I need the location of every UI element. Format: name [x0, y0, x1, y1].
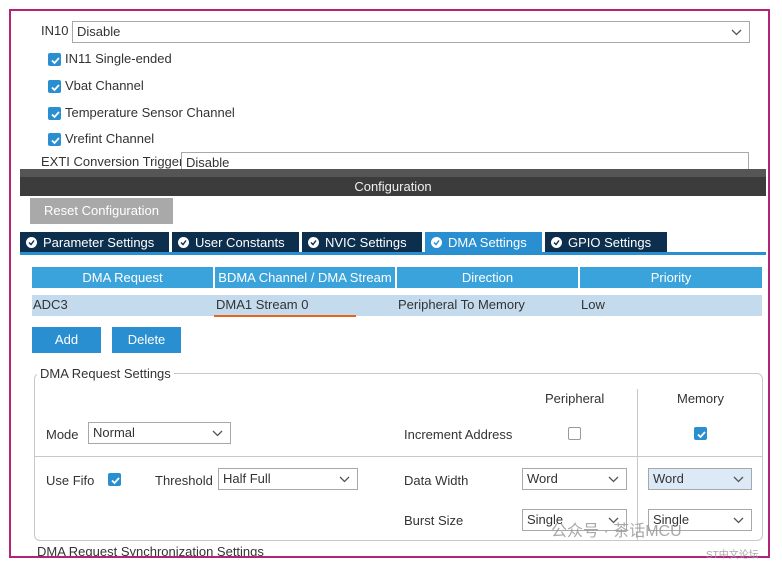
tab-nvic-settings[interactable]: NVIC Settings: [302, 232, 422, 253]
chevron-down-icon: [733, 476, 744, 483]
memory-data-width-value: Word: [653, 471, 684, 486]
tab-parameter-settings[interactable]: Parameter Settings: [20, 232, 169, 253]
in10-select[interactable]: Disable: [72, 21, 750, 43]
configuration-title: Configuration: [354, 179, 432, 194]
threshold-label: Threshold: [155, 473, 213, 488]
tab-label: Parameter Settings: [43, 235, 155, 250]
peripheral-header: Peripheral: [545, 391, 605, 406]
stream-select-underline: [214, 315, 356, 317]
configuration-title-bar: Configuration: [20, 169, 766, 196]
settings-divider: [35, 456, 762, 457]
watermark-site: ST中文论坛: [706, 550, 759, 561]
peripheral-increment-checkbox[interactable]: [568, 427, 581, 440]
vbat-checkbox[interactable]: [48, 80, 61, 93]
check-icon: [51, 84, 60, 92]
tab-gpio-settings[interactable]: GPIO Settings: [545, 232, 667, 253]
chevron-down-icon: [212, 430, 223, 437]
title-bar-strip: [20, 169, 766, 177]
header-direction[interactable]: Direction: [397, 267, 578, 288]
peripheral-data-width-select[interactable]: Word: [522, 468, 627, 490]
dma-request-settings-legend: DMA Request Settings: [37, 366, 174, 381]
header-priority[interactable]: Priority: [580, 267, 762, 288]
check-circle-icon: [431, 237, 442, 248]
use-fifo-label: Use Fifo: [46, 473, 95, 488]
check-circle-icon: [551, 237, 562, 248]
exti-trigger-value: Disable: [186, 155, 230, 170]
tab-label: NVIC Settings: [325, 235, 407, 250]
exti-trigger-label: EXTI Conversion Trigger: [41, 154, 184, 169]
row-dma-stream[interactable]: DMA1 Stream 0: [216, 297, 308, 312]
in10-value: Disable: [77, 24, 121, 39]
in11-checkbox[interactable]: [48, 53, 61, 66]
check-icon: [51, 57, 60, 65]
vbat-label: Vbat Channel: [65, 78, 144, 93]
chevron-down-icon: [339, 476, 350, 483]
vrefint-label: Vrefint Channel: [65, 131, 155, 146]
burst-size-label: Burst Size: [404, 513, 464, 528]
tab-label: DMA Settings: [448, 235, 527, 250]
check-circle-icon: [178, 237, 189, 248]
tab-label: GPIO Settings: [568, 235, 652, 250]
check-icon: [697, 431, 706, 439]
increment-address-label: Increment Address: [404, 427, 513, 442]
row-direction: Peripheral To Memory: [398, 297, 525, 312]
use-fifo-checkbox[interactable]: [108, 473, 121, 486]
delete-button[interactable]: Delete: [112, 327, 181, 353]
mode-select[interactable]: Normal: [88, 422, 231, 444]
threshold-select[interactable]: Half Full: [218, 468, 358, 490]
vrefint-checkbox[interactable]: [48, 133, 61, 146]
row-dma-request: ADC3: [33, 297, 68, 312]
data-width-label: Data Width: [404, 473, 469, 488]
tab-underline: [20, 252, 766, 255]
mode-label: Mode: [46, 427, 79, 442]
memory-header: Memory: [677, 391, 724, 406]
add-button[interactable]: Add: [32, 327, 101, 353]
mode-value: Normal: [93, 425, 135, 440]
tab-dma-settings[interactable]: DMA Settings: [425, 232, 542, 253]
memory-data-width-select[interactable]: Word: [648, 468, 752, 490]
memory-increment-checkbox[interactable]: [694, 427, 707, 440]
temp-sensor-label: Temperature Sensor Channel: [65, 105, 235, 120]
in10-label: IN10: [41, 23, 69, 38]
tab-label: User Constants: [195, 235, 285, 250]
chevron-down-icon: [608, 476, 619, 483]
check-icon: [111, 477, 120, 485]
peripheral-data-width-value: Word: [527, 471, 558, 486]
threshold-value: Half Full: [223, 471, 271, 486]
check-icon: [51, 111, 60, 119]
app-frame: IN10 Disable IN11 Single-ended Vbat Chan…: [9, 9, 770, 558]
tab-user-constants[interactable]: User Constants: [172, 232, 299, 253]
check-icon: [51, 137, 60, 145]
row-priority: Low: [581, 297, 605, 312]
chevron-down-icon: [731, 29, 742, 36]
chevron-down-icon: [733, 517, 744, 524]
sync-settings-legend: DMA Request Synchronization Settings: [37, 544, 264, 558]
temp-sensor-checkbox[interactable]: [48, 107, 61, 120]
table-row[interactable]: [32, 295, 762, 316]
check-circle-icon: [26, 237, 37, 248]
reset-configuration-button[interactable]: Reset Configuration: [30, 198, 173, 224]
watermark-text: 公众号 · 茶话MCU: [551, 523, 682, 540]
header-dma-request[interactable]: DMA Request: [32, 267, 213, 288]
check-circle-icon: [308, 237, 319, 248]
in11-label: IN11 Single-ended: [65, 51, 172, 66]
header-dma-stream[interactable]: BDMA Channel / DMA Stream: [215, 267, 395, 288]
